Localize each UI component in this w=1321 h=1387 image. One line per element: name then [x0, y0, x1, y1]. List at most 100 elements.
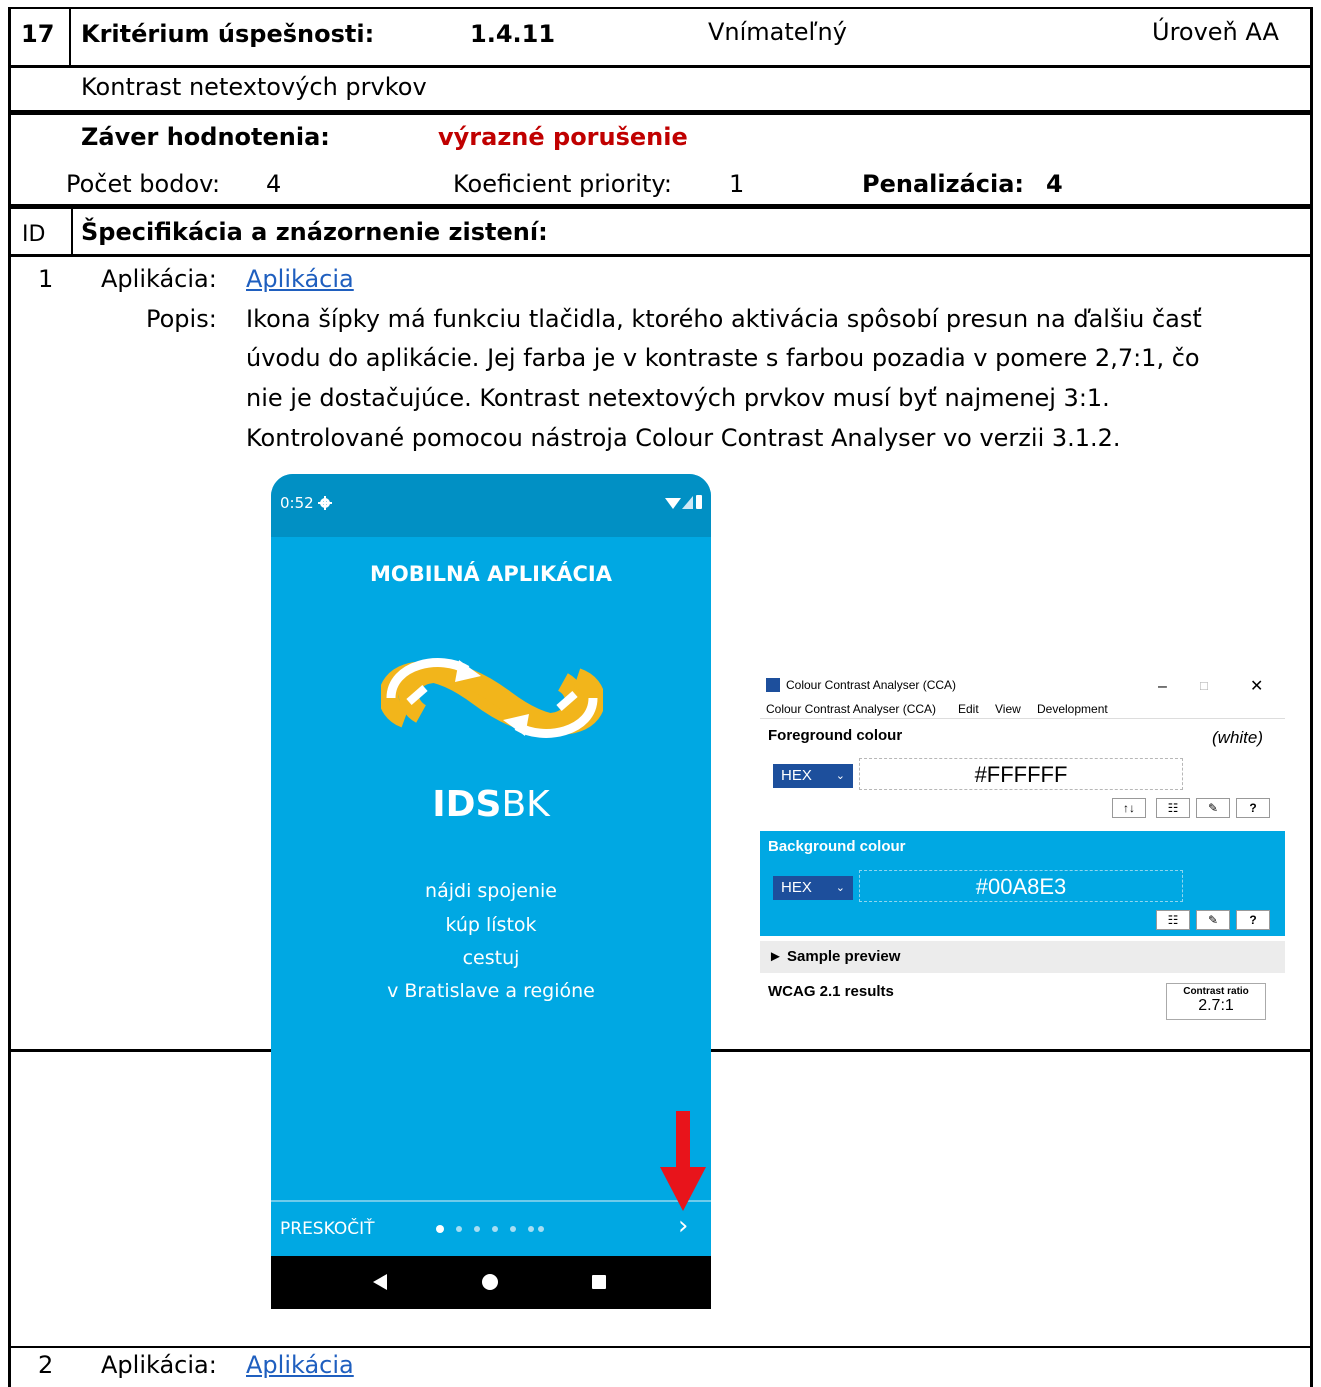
back-nav-icon[interactable]: [373, 1274, 387, 1290]
row-divider: [8, 204, 1313, 209]
row-divider: [8, 1346, 1313, 1348]
contrast-ratio-value: 2.7:1: [1198, 997, 1234, 1014]
menu-item-development[interactable]: Development: [1037, 702, 1108, 716]
tagline-line: cestuj: [462, 947, 520, 969]
minimize-icon[interactable]: –: [1158, 678, 1167, 696]
page-dot: [474, 1226, 480, 1232]
penalty-label: Penalizácia:: [862, 170, 1025, 198]
battery-icon: [696, 495, 702, 509]
foreground-sliders-button[interactable]: ☷: [1156, 798, 1190, 818]
cca-window: Colour Contrast Analyser (CCA) – □ ✕ Col…: [760, 672, 1285, 1032]
number-cell-divider: [69, 7, 71, 68]
id-column-divider: [71, 207, 73, 257]
page-dot: [492, 1226, 498, 1232]
verdict-label: Záver hodnotenia:: [81, 123, 330, 151]
app-title: MOBILNÁ APLIKÁCIA: [370, 562, 612, 586]
background-hex-input[interactable]: #00A8E3: [859, 870, 1183, 902]
page-dot-active: [436, 1225, 444, 1233]
description-line: Ikona šípky má funkciu tlačidla, ktorého…: [246, 305, 1202, 333]
menu-item-view[interactable]: View: [995, 702, 1021, 716]
priority-label: Koeficient priority:: [453, 170, 672, 198]
table-left-border: [8, 7, 11, 1387]
cca-app-icon: [766, 678, 780, 692]
description-line: úvodu do aplikácie. Jej farba je v kontr…: [246, 344, 1200, 372]
table-top-border: [8, 7, 1313, 9]
conformance-level: Úroveň AA: [1152, 18, 1279, 46]
points-value: 4: [266, 170, 282, 198]
background-sliders-button[interactable]: ☷: [1156, 910, 1190, 930]
menu-item[interactable]: Colour Contrast Analyser (CCA): [766, 702, 936, 716]
swap-colours-button[interactable]: ↑↓: [1112, 798, 1146, 818]
table-right-border: [1310, 7, 1313, 1387]
background-picker-button[interactable]: ✎: [1196, 910, 1230, 930]
menu-divider: [760, 718, 1285, 719]
criterion-name: Kontrast netextových prvkov: [81, 73, 427, 101]
app-link[interactable]: Aplikácia: [246, 265, 354, 293]
contrast-ratio-label: Contrast ratio: [1183, 986, 1249, 997]
row-divider: [8, 65, 1313, 68]
ids-logo: IDSBK: [271, 784, 711, 825]
foreground-label: Foreground colour: [768, 727, 903, 744]
priority-value: 1: [729, 170, 745, 198]
tagline-line: kúp lístok: [445, 914, 537, 936]
logo-light: BK: [501, 784, 550, 825]
menu-item-edit[interactable]: Edit: [958, 702, 979, 716]
wcag-results-label: WCAG 2.1 results: [768, 983, 894, 1000]
background-format-select[interactable]: HEX ⌄: [773, 876, 853, 900]
page-dot: [456, 1226, 462, 1232]
wifi-icon: [665, 498, 681, 509]
app-label: Aplikácia:: [101, 265, 217, 293]
id-column-header: ID: [22, 222, 46, 247]
app-label: Aplikácia:: [101, 1351, 217, 1379]
home-nav-icon[interactable]: [482, 1274, 498, 1290]
finding-id: 1: [38, 265, 54, 293]
criterion-id: 1.4.11: [470, 20, 556, 48]
foreground-hex-input[interactable]: #FFFFFF: [859, 758, 1183, 790]
app-link[interactable]: Aplikácia: [246, 1351, 354, 1379]
foreground-help-button[interactable]: ?: [1236, 798, 1270, 818]
logo-bold: IDS: [432, 784, 502, 825]
page-dot: [528, 1226, 534, 1232]
recents-nav-icon[interactable]: [592, 1275, 606, 1289]
finding-id: 2: [38, 1351, 54, 1379]
page-dot: [538, 1226, 544, 1232]
findings-title: Špecifikácia a znázornenie zistení:: [81, 218, 548, 246]
criterion-label: Kritérium úspešnosti:: [81, 20, 375, 48]
close-icon[interactable]: ✕: [1250, 676, 1263, 696]
next-arrow-icon[interactable]: ›: [678, 1211, 688, 1241]
principle: Vnímateľný: [708, 18, 847, 46]
signal-icon: [682, 496, 693, 509]
cca-window-title: Colour Contrast Analyser (CCA): [786, 678, 957, 692]
row-divider: [8, 254, 1313, 257]
row-divider: [8, 110, 1313, 115]
maximize-icon[interactable]: □: [1200, 678, 1208, 693]
android-nav-bar: [271, 1256, 711, 1309]
description-line: nie je dostačujúce. Kontrast netextových…: [246, 384, 1110, 412]
phone-divider: [271, 1200, 711, 1202]
points-label: Počet bodov:: [66, 170, 221, 198]
foreground-format: HEX: [781, 767, 812, 784]
contrast-ratio-box: Contrast ratio 2.7:1: [1166, 983, 1266, 1020]
foreground-name: (white): [1212, 728, 1264, 747]
background-label: Background colour: [768, 838, 906, 855]
verdict-value: výrazné porušenie: [438, 123, 688, 151]
criterion-number: 17: [21, 20, 55, 48]
description-label: Popis:: [146, 305, 217, 333]
red-arrow-annotation-icon: [660, 1111, 706, 1211]
ids-logo-icon: [381, 658, 603, 738]
settings-icon: [318, 496, 332, 510]
foreground-format-select[interactable]: HEX ⌄: [773, 764, 853, 788]
skip-button[interactable]: PRESKOČIŤ: [280, 1219, 374, 1239]
page-dot: [510, 1226, 516, 1232]
background-help-button[interactable]: ?: [1236, 910, 1270, 930]
status-bar: 0:52: [271, 474, 711, 537]
phone-screenshot: 0:52 MOBILNÁ APLIKÁCIA IDSBK nájdi spoje…: [271, 474, 711, 1009]
background-format: HEX: [781, 879, 812, 896]
penalty-value: 4: [1046, 170, 1063, 198]
chevron-down-icon: ⌄: [835, 882, 845, 894]
tagline-line: nájdi spojenie: [425, 880, 557, 902]
chevron-down-icon: ⌄: [835, 770, 845, 782]
foreground-picker-button[interactable]: ✎: [1196, 798, 1230, 818]
description-line: Kontrolované pomocou nástroja Colour Con…: [246, 424, 1121, 452]
sample-preview-toggle[interactable]: ► Sample preview: [768, 948, 900, 965]
